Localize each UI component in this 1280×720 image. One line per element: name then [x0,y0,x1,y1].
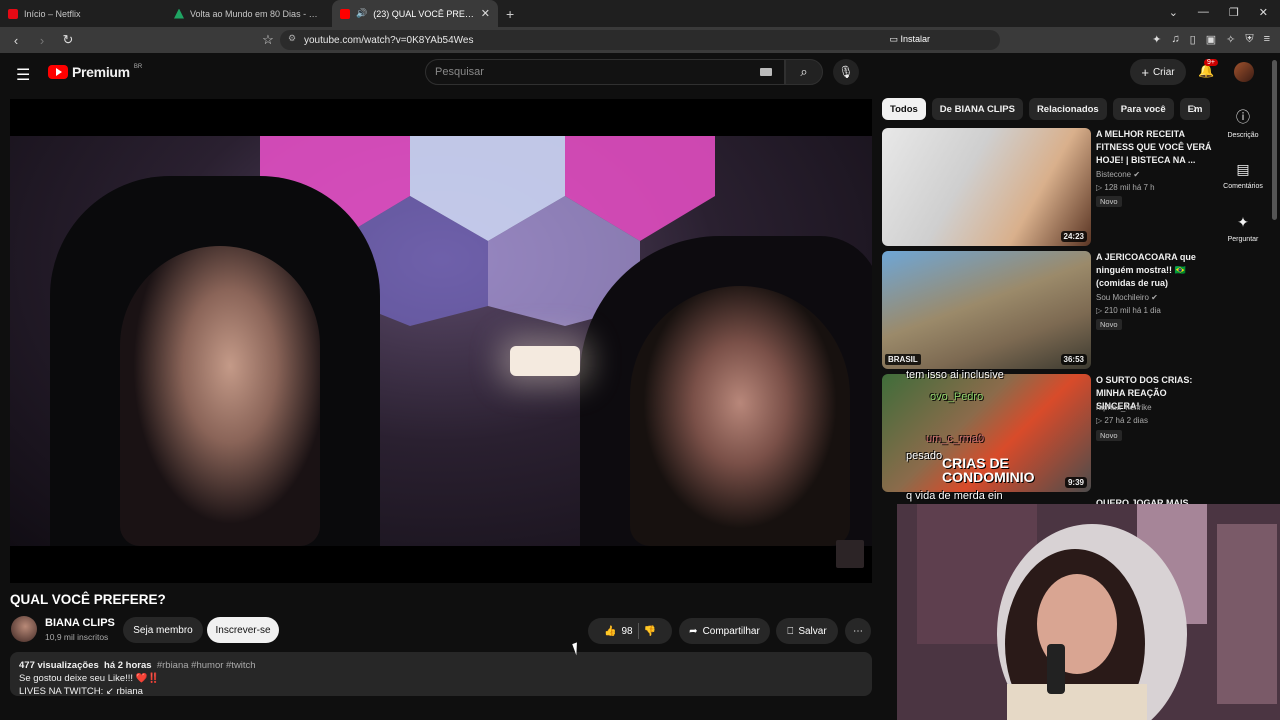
close-window-icon[interactable]: ✕ [1259,6,1268,19]
channel-name[interactable]: BIANA CLIPS [45,617,115,629]
subscribe-button[interactable]: Inscrever-se [207,617,279,643]
browser-tab-youtube[interactable]: 🔊 (23) QUAL VOCÊ PREFERE? - Y ✕ [332,0,498,27]
address-bar[interactable]: ⚙ youtube.com/watch?v=0K8YAb54Wes ▭ Inst… [280,30,1000,50]
chat-overlay-line: pesado [906,450,943,462]
video-thumbnail[interactable]: 24:23 [882,128,1091,246]
channel-watermark[interactable] [836,540,864,568]
close-tab-icon[interactable]: ✕ [481,7,490,20]
notification-badge: 9+ [1204,59,1218,66]
recommended-video[interactable]: 24:23 A MELHOR RECEITA FITNESS QUE VOCÊ … [882,128,1212,246]
tab-search-icon[interactable]: ⌄ [1169,6,1178,19]
channel-avatar[interactable] [11,616,37,642]
shield-icon[interactable]: ⛨ [1245,33,1253,46]
chat-overlay-line: um_c_rma0 [926,433,985,445]
sidebar-icon[interactable]: ▯ [1190,33,1196,46]
webcam-scene [897,504,1280,720]
plus-icon: + [1141,64,1149,80]
new-tab-button[interactable]: + [498,6,522,22]
video-player[interactable] [10,99,872,583]
youtube-play-icon [48,65,68,79]
chat-overlay-line: ovo_Pedro [930,391,984,403]
avatar[interactable] [1234,62,1254,82]
extensions-area: ✦ ♫ ▯ ▣ ✧ ⛨ ≡ [1152,33,1270,46]
audio-playing-icon: 🔊 [356,8,368,18]
search-icon: ⌕ [800,64,808,79]
streamer-right [630,286,850,546]
youtube-logo[interactable]: Premium BR [48,64,142,80]
lamp [510,346,580,376]
streamer-webcam-overlay [897,504,1280,720]
ai-icon[interactable]: ✧ [1226,33,1235,46]
divider [637,623,639,639]
more-icon: ⋯ [853,625,863,637]
thumbs-down-icon: 👎 [643,625,657,637]
back-icon[interactable]: ‹ [6,33,26,48]
description-rail-button[interactable]: ⓘ Descrição [1214,107,1272,139]
thumbs-up-icon: 👍 [603,625,617,637]
chip-todos[interactable]: Todos [882,98,926,120]
recommended-video[interactable]: BRASIL 36:53 A JERICOACOARA que ninguém … [882,251,1212,369]
save-button[interactable]: ⎕ Salvar [776,618,838,644]
like-button[interactable]: 👍 98 [604,626,633,637]
video-thumbnail[interactable]: BRASIL 36:53 [882,251,1091,369]
browser-toolbar: ‹ › ↻ ☆ ⚙ youtube.com/watch?v=0K8YAb54We… [0,27,1280,53]
video-thumbnail[interactable]: CRIAS DE CONDOMINIO 9:39 [882,374,1091,492]
bookmark-save-icon: ⎕ [787,625,794,637]
share-button[interactable]: ➦ Compartilhar [679,618,770,644]
restore-icon[interactable]: ❐ [1229,6,1239,19]
bookmark-icon[interactable]: ☆ [258,32,278,48]
video-title: QUAL VOCÊ PREFERE? [10,592,166,607]
sparkle-icon: ✦ [1237,214,1249,230]
share-icon: ➦ [689,625,698,637]
voice-search-button[interactable]: 🎙 [833,59,859,85]
window-controls: ⌄ — ❐ ✕ [1157,0,1280,25]
dislike-button[interactable]: 👎 [644,626,656,637]
comments-rail-button[interactable]: ▤ Comentários [1214,161,1272,190]
extensions-icon[interactable]: ✦ [1152,33,1161,46]
netflix-favicon-icon [8,8,18,19]
browser-tab-netflix[interactable]: Início – Netflix [0,0,166,27]
drive-favicon-icon [174,8,184,19]
create-button[interactable]: + Criar [1130,59,1186,85]
info-icon: ⓘ [1236,109,1250,125]
video-frame[interactable] [10,136,872,546]
more-actions-button[interactable]: ⋯ [845,618,871,644]
ask-rail-button[interactable]: ✦ Perguntar [1214,214,1272,243]
notifications-button[interactable]: 🔔 9+ [1198,59,1218,79]
chip-for-you[interactable]: Para você [1112,98,1174,120]
join-button[interactable]: Seja membro [123,617,203,643]
related-filter-chips: Todos De BIANA CLIPS Relacionados Para v… [882,98,1212,120]
chat-overlay-line: tem isso ai inclusive [906,369,1004,381]
guide-menu-icon[interactable]: ☰ [16,65,30,85]
install-app-button[interactable]: ▭ Instalar [889,34,930,45]
search-input[interactable]: Pesquisar [425,59,785,85]
search-button[interactable]: ⌕ [785,59,823,85]
description-box[interactable]: 477 visualizações há 2 horas #rbiana #hu… [10,652,872,696]
reload-icon[interactable]: ↻ [58,32,78,48]
microphone-icon: 🎙 [838,65,854,79]
streamer-left [120,246,320,546]
like-dislike-group: 👍 98 👎 [588,618,672,644]
comment-icon: ▤ [1236,161,1250,177]
url-text: youtube.com/watch?v=0K8YAb54Wes [304,34,474,46]
forward-icon[interactable]: › [32,33,52,48]
browser-tab-drive[interactable]: Volta ao Mundo em 80 Dias - Uma A [166,0,332,27]
subscriber-count: 10,9 mil inscritos [45,632,109,642]
youtube-header: ☰ Premium BR Pesquisar ⌕ 🎙 + Criar 🔔 9+ [0,53,1280,93]
browser-tabstrip: Início – Netflix Volta ao Mundo em 80 Di… [0,0,1280,27]
scrollbar[interactable] [1272,60,1277,220]
minimize-icon[interactable]: — [1198,6,1209,19]
menu-icon[interactable]: ≡ [1264,33,1270,46]
media-icon[interactable]: ♫ [1171,33,1179,46]
chip-channel[interactable]: De BIANA CLIPS [931,98,1023,120]
chat-overlay-line: q vida de merda ein [906,490,1003,502]
chip-related[interactable]: Relacionados [1028,98,1107,120]
youtube-favicon-icon [340,8,350,19]
wallet-icon[interactable]: ▣ [1206,33,1216,46]
keyboard-icon[interactable] [760,68,772,76]
chevron-right-icon[interactable]: › [1193,101,1197,115]
site-info-icon[interactable]: ⚙ [288,33,296,44]
